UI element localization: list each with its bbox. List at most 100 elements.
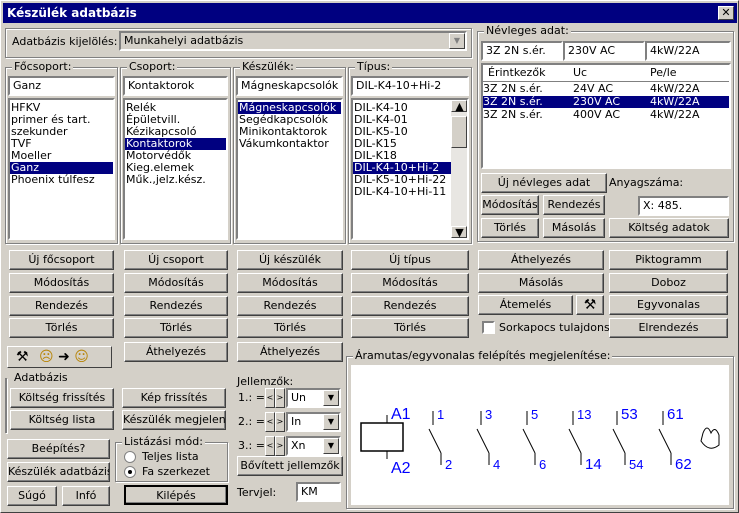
koltseg-lista-button[interactable]: Költség lista (10, 410, 114, 430)
fa-szerkezet-radio[interactable] (124, 466, 136, 478)
doboz-button[interactable]: Doboz (609, 273, 728, 293)
table-row[interactable]: 3Z 2N s.ér. 24V AC 4kW/22A (483, 83, 729, 95)
table-row[interactable]: 3Z 2N s.ér. 230V AC 4kW/22A (483, 96, 729, 108)
contact-top-label: 53 (621, 406, 638, 423)
teljes-lista-radio[interactable] (124, 451, 136, 463)
arrow-right-icon[interactable]: > (275, 412, 285, 432)
keszulek-button-2[interactable]: Módosítás (237, 273, 343, 293)
tipus-scrollbar[interactable]: ▲ ▼ (451, 100, 467, 238)
uj-nevleges-button[interactable]: Új névleges adat (481, 173, 607, 193)
nevleges-rendezes-button[interactable]: Rendezés (543, 195, 605, 215)
table-row[interactable]: 3Z 2N s.ér. 400V AC 4kW/22A (483, 109, 729, 121)
kep-frissites-button[interactable]: Kép frissítés (122, 388, 226, 408)
jellemzo-number: 1.: = (238, 391, 265, 404)
chevron-down-icon[interactable]: ▼ (323, 438, 339, 454)
csoport-list[interactable]: Relék Épületvill. Kézikapcsoló Kontaktorok M… (123, 98, 228, 240)
tipus-button-4[interactable]: Törlés (351, 318, 469, 338)
table-cell: 3Z 2N s.ér. (483, 108, 543, 121)
focsoport-button-4[interactable]: Törlés (9, 318, 114, 338)
tipus-button-2[interactable]: Módosítás (351, 273, 469, 293)
keszulek-adatbazis-button[interactable]: Készülék adatbázis (7, 462, 110, 482)
arrow-left-icon[interactable]: < (265, 388, 275, 408)
contact-top-label: 5 (531, 407, 538, 422)
keszulek-megjelenit-button[interactable]: Készülék megjelenít (122, 410, 226, 430)
athelyezes-button[interactable]: Áthelyezés (478, 250, 604, 270)
koltseg-adatok-button[interactable]: Költség adatok (609, 218, 729, 238)
csoport-button-2[interactable]: Módosítás (124, 273, 228, 293)
focsoport-list[interactable]: HFKV primer és tart. szekunder TVF Moeller Ga… (8, 98, 115, 240)
contact-bottom-label: 54 (629, 457, 643, 472)
jellemzo-combo[interactable]: Un ▼ (286, 388, 341, 408)
scroll-up-icon[interactable]: ▲ (451, 100, 467, 113)
tipus-list[interactable]: DIL-K4-10 DIL-K4-01 DIL-K5-10 DIL-K15 DIL-K1… (351, 98, 469, 240)
contact-switch (612, 428, 626, 454)
anyagszam-input[interactable]: X: 485. (638, 196, 729, 216)
keszulek-group: Készülék: Mágneskapcsolók Mágneskapcsoló… (233, 60, 346, 244)
csoport-button-5[interactable]: Áthelyezés (124, 342, 228, 362)
arrow-left-icon[interactable]: < (265, 436, 275, 456)
scroll-thumb[interactable] (451, 116, 467, 148)
chevron-down-icon[interactable]: ▼ (323, 390, 339, 406)
contact-switch (568, 428, 582, 454)
kilepes-button[interactable]: Kilépés (124, 485, 228, 505)
csoport-button-1[interactable]: Új csoport (124, 250, 228, 270)
jellemzo-combo[interactable]: Xn ▼ (286, 436, 341, 456)
arrow-left-icon[interactable]: < (265, 412, 275, 432)
keszulek-button-1[interactable]: Új készülék (237, 250, 343, 270)
csoport-button-4[interactable]: Törlés (124, 318, 228, 338)
nevleges-torles-button[interactable]: Törlés (481, 218, 539, 238)
nevleges-field-3: 4kW/22A (645, 41, 731, 61)
list-item[interactable]: Vákumkontaktor (238, 138, 341, 150)
info-button[interactable]: Infó (62, 486, 110, 506)
scroll-down-icon[interactable]: ▼ (451, 226, 467, 238)
chevron-down-icon[interactable]: ▼ (449, 33, 465, 49)
list-item[interactable]: DIL-K4-10+Hi-11 (353, 186, 451, 198)
keszulek-button-3[interactable]: Rendezés (237, 296, 343, 316)
nevleges-table[interactable]: Érintkezők Uc Pe/le 3Z 2N s.ér. 24V AC 4kW… (481, 63, 731, 169)
jellemzo-combo[interactable]: In ▼ (286, 412, 341, 432)
nevleges-masolas-button[interactable]: Másolás (543, 218, 605, 238)
atemeles-button[interactable]: Átemelés (478, 295, 573, 315)
focsoport-button-1[interactable]: Új főcsoport (9, 250, 114, 270)
close-button[interactable]: ✕ (718, 6, 734, 20)
focsoport-label: Főcsoport: (12, 60, 74, 73)
csoport-button-3[interactable]: Rendezés (124, 296, 228, 316)
coil-bottom-label: A2 (391, 460, 411, 477)
nevleges-field-2-text: 230V AC (568, 44, 616, 57)
chevron-down-icon[interactable]: ▼ (323, 414, 339, 430)
csoport-current: Kontaktorok (123, 76, 228, 96)
beepites-button[interactable]: Beépítés? (7, 439, 110, 459)
db-select-combo[interactable]: Munkahelyi adatbázis ▼ (119, 31, 467, 51)
koltseg-frissites-button[interactable]: Költség frissítés (10, 388, 114, 408)
nevleges-group: Névleges adat: 3Z 2N s.ér. 230V AC 4kW/2… (477, 24, 734, 242)
list-item[interactable]: Műk.,jelz.kész. (125, 174, 226, 186)
focsoport-button-2[interactable]: Módosítás (9, 273, 114, 293)
masolas-button[interactable]: Másolás (478, 273, 604, 293)
piktogramm-button[interactable]: Piktogramm (609, 250, 728, 270)
arrow-right-icon[interactable]: > (275, 388, 285, 408)
egyvonalas-button[interactable]: Egyvonalas (609, 295, 728, 315)
bovitett-jellemzok-button[interactable]: Bővített jellemzők (237, 456, 343, 476)
elrendezes-button[interactable]: Elrendezés (609, 318, 728, 338)
adatbazis-group: Adatbázis Költség frissítés Kép frissíté… (5, 371, 226, 433)
keszulek-button-4[interactable]: Törlés (237, 318, 343, 338)
list-item[interactable]: Phoenix túlfesz (10, 174, 113, 186)
keszulek-button-5[interactable]: Áthelyezés (237, 342, 343, 362)
focsoport-group: Főcsoport: Ganz HFKV primer és tart. szeku… (5, 60, 118, 244)
tervjel-input[interactable]: KM (296, 482, 341, 502)
jellemzo-value: In (291, 415, 302, 428)
anyagszam-value: X: 485. (643, 199, 683, 212)
tipus-button-3[interactable]: Rendezés (351, 296, 469, 316)
arrow-right-icon[interactable]: > (275, 436, 285, 456)
sugo-button[interactable]: Súgó (7, 486, 57, 506)
nevleges-modositas-button[interactable]: Módosítás (481, 195, 539, 215)
tools-icon[interactable]: ⚒ (576, 295, 604, 315)
tipus-button-1[interactable]: Új típus (351, 250, 469, 270)
sorkapocs-checkbox[interactable] (482, 321, 495, 334)
adatbazis-label: Adatbázis (12, 371, 70, 384)
tipus-current-text: DIL-K4-10+Hi-2 (356, 79, 442, 92)
wizard-toolbar[interactable]: ⚒ ☹ ➜ ☺ (7, 346, 112, 368)
focsoport-button-3[interactable]: Rendezés (9, 296, 114, 316)
keszulek-list[interactable]: Mágneskapcsolók Segédkapcsolók Minikontakt… (236, 98, 343, 240)
jellemzok-label: Jellemzők: (237, 375, 294, 388)
